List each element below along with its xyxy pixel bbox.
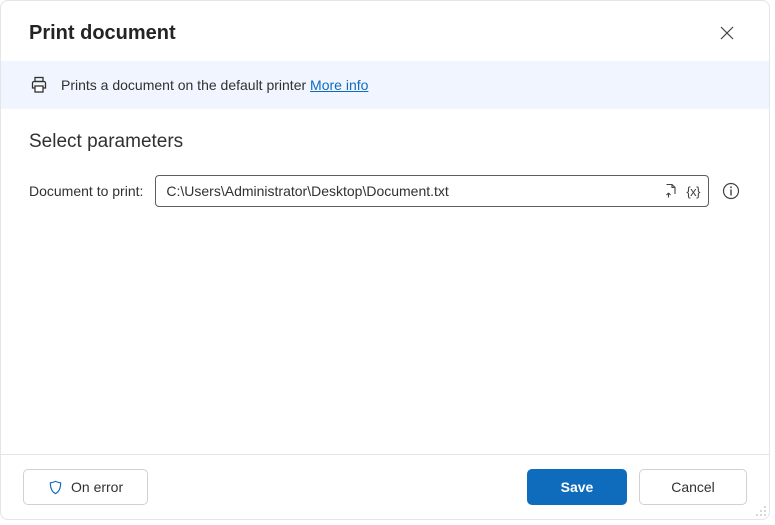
banner-description: Prints a document on the default printer bbox=[61, 77, 310, 93]
on-error-label: On error bbox=[71, 479, 123, 495]
param-label: Document to print: bbox=[29, 183, 143, 199]
input-icons: {x} bbox=[662, 182, 708, 200]
dialog-title: Print document bbox=[29, 22, 176, 45]
dialog-content: Select parameters Document to print: {x} bbox=[1, 109, 769, 454]
save-button[interactable]: Save bbox=[527, 469, 627, 505]
param-input-wrapper: {x} bbox=[155, 175, 709, 207]
footer-actions: Save Cancel bbox=[527, 469, 747, 505]
resize-handle-icon[interactable] bbox=[755, 505, 767, 517]
on-error-button[interactable]: On error bbox=[23, 469, 148, 505]
cancel-label: Cancel bbox=[671, 479, 715, 495]
dialog-header: Print document bbox=[1, 1, 769, 61]
help-icon[interactable] bbox=[721, 181, 741, 201]
print-document-dialog: Print document Prints a document on the … bbox=[0, 0, 770, 520]
param-row: Document to print: {x} bbox=[29, 175, 741, 207]
close-button[interactable] bbox=[713, 19, 741, 47]
printer-icon bbox=[29, 75, 49, 95]
section-title: Select parameters bbox=[29, 131, 741, 153]
info-banner: Prints a document on the default printer… bbox=[1, 61, 769, 109]
variable-icon[interactable]: {x} bbox=[686, 184, 700, 199]
file-picker-icon[interactable] bbox=[662, 182, 680, 200]
shield-icon bbox=[48, 480, 63, 495]
more-info-link[interactable]: More info bbox=[310, 77, 368, 93]
document-path-input[interactable] bbox=[156, 183, 662, 199]
dialog-footer: On error Save Cancel bbox=[1, 454, 769, 519]
close-icon bbox=[720, 26, 734, 40]
save-label: Save bbox=[561, 479, 594, 495]
banner-text: Prints a document on the default printer… bbox=[61, 77, 368, 93]
cancel-button[interactable]: Cancel bbox=[639, 469, 747, 505]
